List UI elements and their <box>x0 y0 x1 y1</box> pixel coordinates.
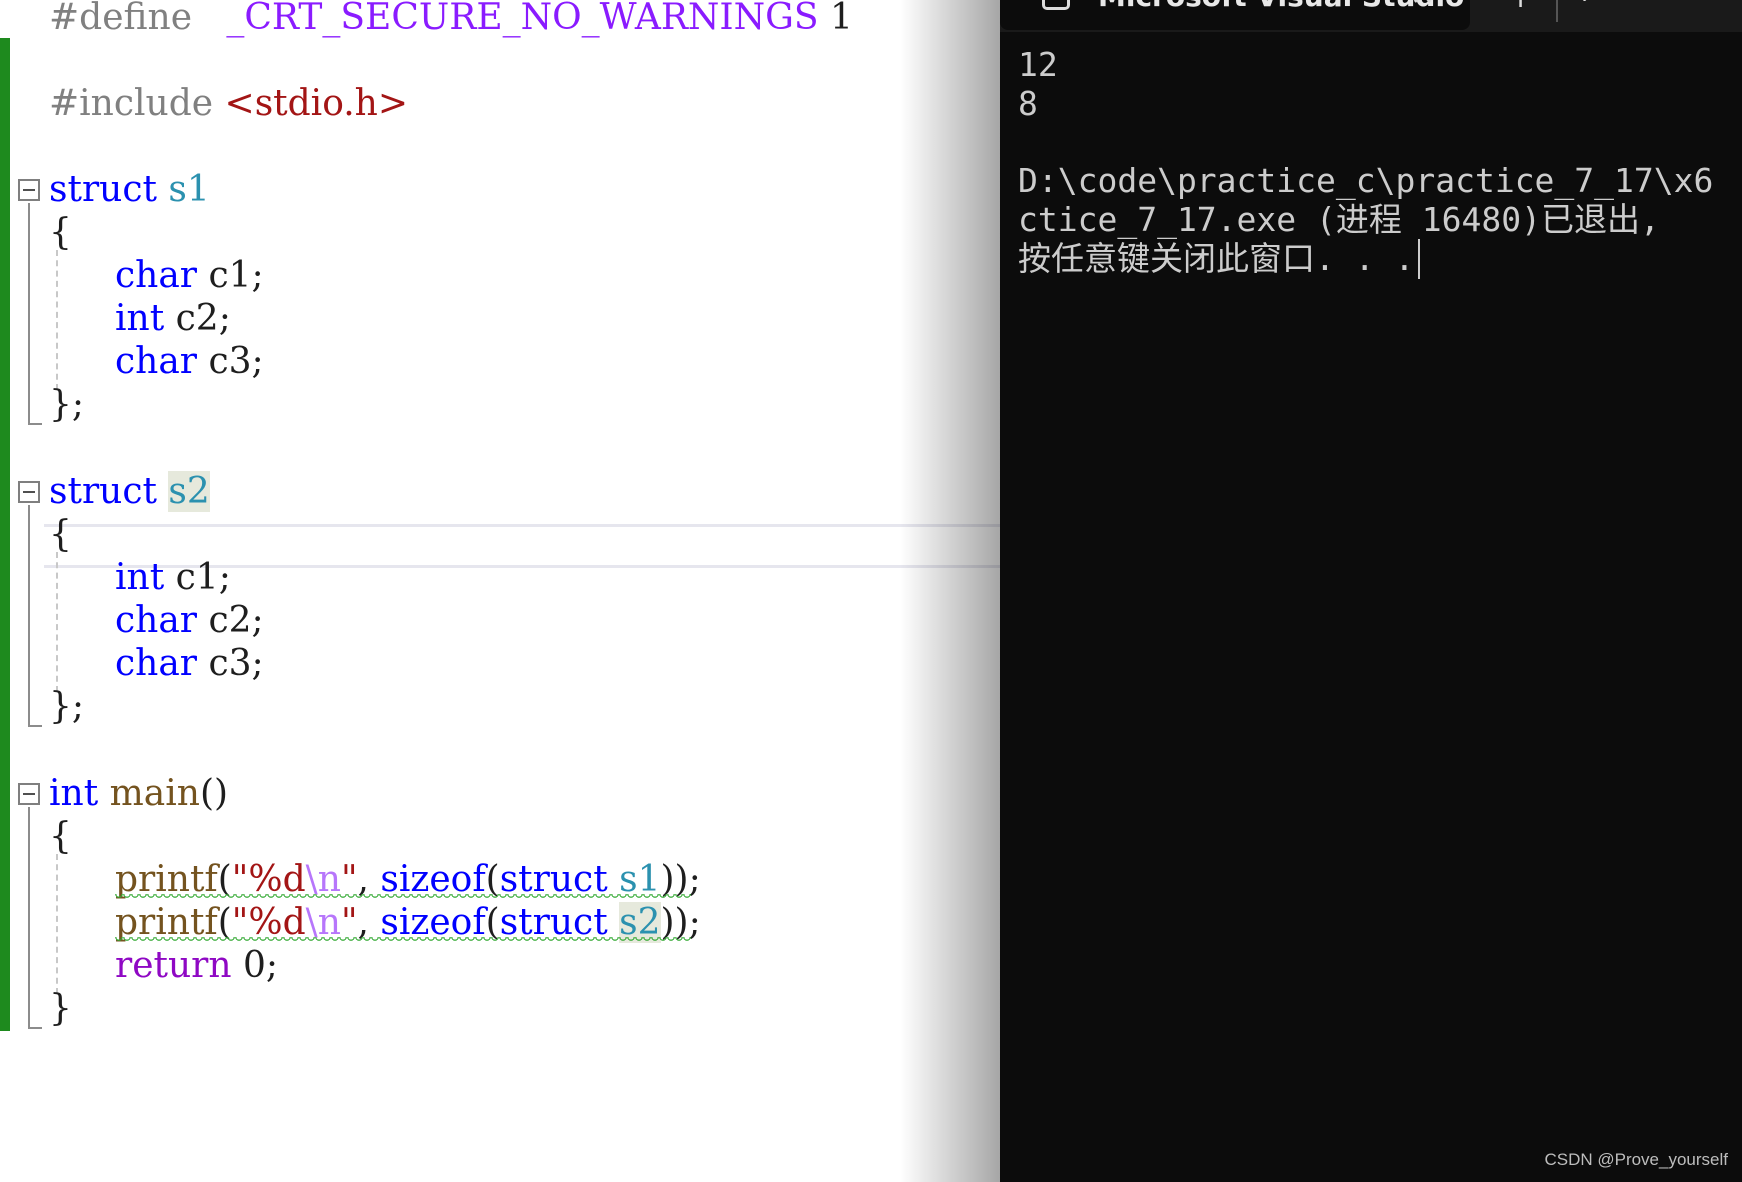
warning-squiggle[interactable] <box>115 937 691 945</box>
fold-guide-end <box>28 423 42 425</box>
indent-guide <box>56 552 58 692</box>
code-line-member[interactable]: char c2; <box>115 601 264 641</box>
collapse-struct-s2-icon[interactable] <box>18 481 40 503</box>
fold-guide <box>28 505 30 727</box>
code-line-brace[interactable]: { <box>49 213 72 253</box>
indent-guide <box>56 250 58 390</box>
token: c3; <box>208 643 264 684</box>
code-line-define[interactable]: #define _CRT_SECURE_NO_WARNINGS 1 <box>49 0 853 38</box>
token: c2; <box>175 298 231 339</box>
token: struct <box>49 169 157 210</box>
token: char <box>115 255 198 296</box>
code-editor[interactable]: #define _CRT_SECURE_NO_WARNINGS 1 #inclu… <box>0 0 1000 1182</box>
close-icon[interactable]: ✕ <box>1410 0 1435 13</box>
token: { <box>49 212 72 253</box>
console-output-line: 8 <box>1018 84 1038 123</box>
new-tab-icon[interactable]: + <box>1508 0 1533 15</box>
token: }; <box>49 686 85 727</box>
fold-guide-end <box>28 725 42 727</box>
token: main <box>109 773 200 814</box>
fold-guide-end <box>28 1027 42 1029</box>
code-line-main[interactable]: int main() <box>49 774 228 814</box>
token: s1 <box>168 169 210 210</box>
token: c1; <box>208 255 264 296</box>
code-line-brace[interactable]: }; <box>49 385 84 425</box>
console-tab-bar: Microsoft Visual Studio ✕ + ⌄ <box>1000 0 1742 32</box>
token: char <box>115 600 198 641</box>
console-output-prompt: 按任意键关闭此窗口. . . <box>1018 239 1421 279</box>
token: () <box>199 773 229 814</box>
token: 0; <box>243 945 279 986</box>
fold-guide <box>28 807 30 1029</box>
collapse-main-icon[interactable] <box>18 783 40 805</box>
token: char <box>115 643 198 684</box>
fold-guide <box>28 203 30 425</box>
token: <stdio.h> <box>224 83 409 124</box>
code-line-member[interactable]: int c1; <box>115 558 231 598</box>
token: int <box>49 773 99 814</box>
text-cursor <box>1418 239 1421 279</box>
token: s2 <box>168 471 210 512</box>
code-line-include[interactable]: #include <stdio.h> <box>49 84 408 124</box>
code-line-brace[interactable]: { <box>49 515 72 555</box>
warning-squiggle[interactable] <box>115 894 691 902</box>
change-tracking-bar <box>0 38 10 1031</box>
token: }; <box>49 384 85 425</box>
token: { <box>49 816 72 857</box>
collapse-struct-s1-icon[interactable] <box>18 179 40 201</box>
code-line-member[interactable]: int c2; <box>115 299 231 339</box>
terminal-icon <box>1042 0 1070 10</box>
code-line-struct-s2[interactable]: struct s2 <box>49 471 210 512</box>
token: c3; <box>208 341 264 382</box>
token: int <box>115 557 165 598</box>
console-window[interactable]: Microsoft Visual Studio ✕ + ⌄ 12 8 D:\co… <box>1000 0 1742 1182</box>
code-line-struct-s1[interactable]: struct s1 <box>49 170 210 210</box>
token: _CRT_SECURE_NO_WARNINGS <box>226 0 819 38</box>
token: c2; <box>208 600 264 641</box>
code-line-member[interactable]: char c3; <box>115 342 264 382</box>
console-output-line: 12 <box>1018 45 1058 84</box>
code-line-brace[interactable]: { <box>49 817 72 857</box>
tab-divider <box>1556 0 1558 22</box>
console-output-line: D:\code\practice_c\practice_7_17\x6 <box>1018 161 1714 200</box>
indent-guide <box>56 854 58 994</box>
console-output-line: 按任意键关闭此窗口. . . <box>1018 239 1415 278</box>
code-line-member[interactable]: char c1; <box>115 256 264 296</box>
token: struct <box>49 471 157 512</box>
token: 1 <box>830 0 853 38</box>
token: #include <box>49 83 214 124</box>
code-line-brace[interactable]: }; <box>49 687 84 727</box>
token: } <box>49 988 72 1029</box>
token: { <box>49 514 72 555</box>
token: c1; <box>175 557 231 598</box>
code-line-brace[interactable]: } <box>49 989 72 1029</box>
code-line-member[interactable]: char c3; <box>115 644 264 684</box>
token: char <box>115 341 198 382</box>
token: int <box>115 298 165 339</box>
code-line-return[interactable]: return 0; <box>115 946 278 986</box>
chevron-down-icon[interactable]: ⌄ <box>1572 0 1597 9</box>
console-output-line: ctice_7_17.exe (进程 16480)已退出, <box>1018 200 1660 239</box>
token: #define <box>49 0 193 38</box>
window-shadow <box>900 0 1000 1182</box>
watermark: CSDN @Prove_yourself <box>1544 1150 1728 1169</box>
token: return <box>115 945 232 986</box>
